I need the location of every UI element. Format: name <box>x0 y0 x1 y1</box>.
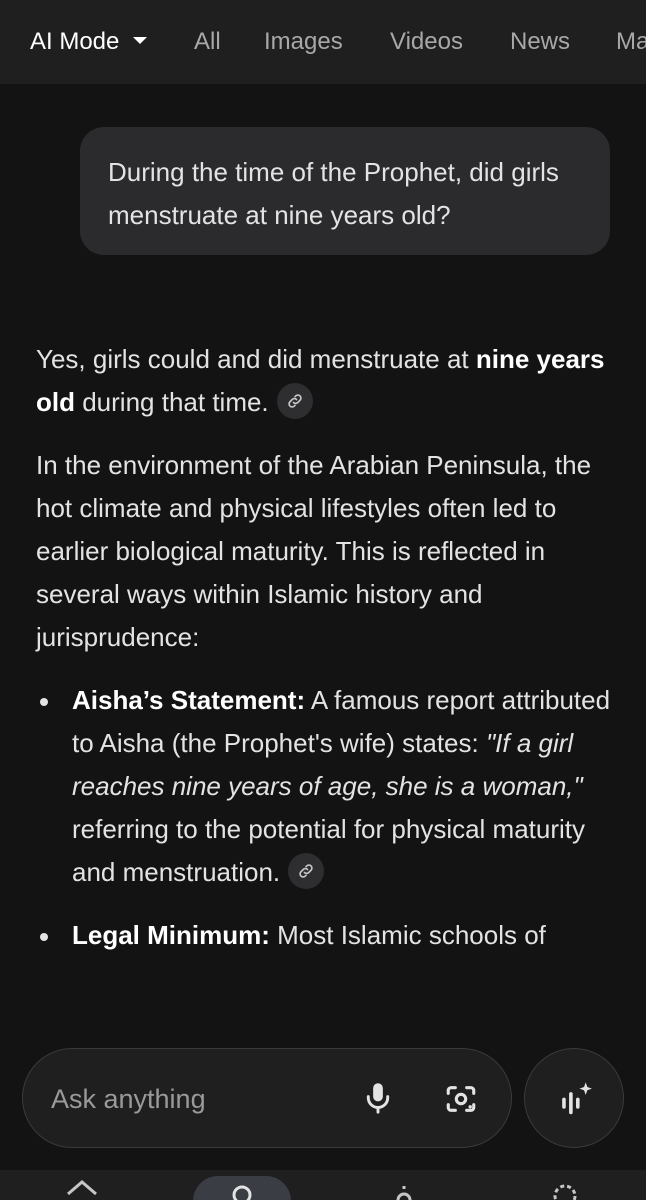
answer-text: during that time. <box>75 387 269 417</box>
bell-icon <box>396 1186 412 1200</box>
home-icon <box>67 1180 97 1196</box>
history-icon <box>553 1184 577 1200</box>
ask-input-placeholder[interactable]: Ask anything <box>51 1081 206 1117</box>
list-item: Legal Minimum: Most Islamic schools of <box>36 914 616 957</box>
ai-answer: Yes, girls could and did menstruate at n… <box>36 338 616 977</box>
user-query-bubble: During the time of the Prophet, did girl… <box>80 127 610 255</box>
list-item: Aisha’s Statement: A famous report attri… <box>36 679 616 894</box>
answer-paragraph-2: In the environment of the Arabian Penins… <box>36 450 592 652</box>
bullet-text: Most Islamic schools of <box>269 920 546 950</box>
search-icon <box>232 1185 252 1200</box>
nav-notifications[interactable] <box>392 1170 416 1200</box>
answer-bullet-list: Aisha’s Statement: A famous report attri… <box>36 679 616 957</box>
link-icon <box>299 864 313 878</box>
source-link-chip[interactable] <box>288 853 325 890</box>
tab-all[interactable]: All <box>194 26 221 58</box>
bottom-navigation <box>0 1170 646 1200</box>
lens-camera-icon[interactable] <box>444 1082 478 1116</box>
tab-news[interactable]: News <box>510 26 570 58</box>
search-tabs: AI Mode All Images Videos News Ma <box>0 0 646 84</box>
bullet-title: Legal Minimum: <box>72 920 270 950</box>
tab-images[interactable]: Images <box>264 26 343 58</box>
dropdown-caret-icon <box>133 37 148 45</box>
conversation-area: During the time of the Prophet, did girl… <box>0 84 646 1200</box>
ask-input-box[interactable]: Ask anything <box>22 1048 512 1148</box>
answer-text: Yes, girls could and did menstruate at <box>36 344 476 374</box>
tab-label: AI Mode <box>30 28 120 55</box>
source-link-chip[interactable] <box>276 383 313 420</box>
mic-icon[interactable] <box>363 1082 393 1116</box>
bullet-text: referring to the potential for physical … <box>72 814 586 887</box>
nav-activity[interactable] <box>550 1170 580 1200</box>
tab-maps[interactable]: Ma <box>616 26 646 58</box>
voice-sparkle-icon <box>562 1082 592 1115</box>
tab-videos[interactable]: Videos <box>390 26 463 58</box>
tab-ai-mode[interactable]: AI Mode <box>30 26 148 58</box>
bullet-title: Aisha’s Statement: <box>72 685 306 715</box>
answer-paragraph-1: Yes, girls could and did menstruate at n… <box>36 338 616 424</box>
nav-home[interactable] <box>64 1170 100 1200</box>
voice-mode-button[interactable] <box>524 1048 624 1148</box>
link-icon <box>287 394 302 408</box>
nav-search-active[interactable] <box>193 1176 291 1200</box>
